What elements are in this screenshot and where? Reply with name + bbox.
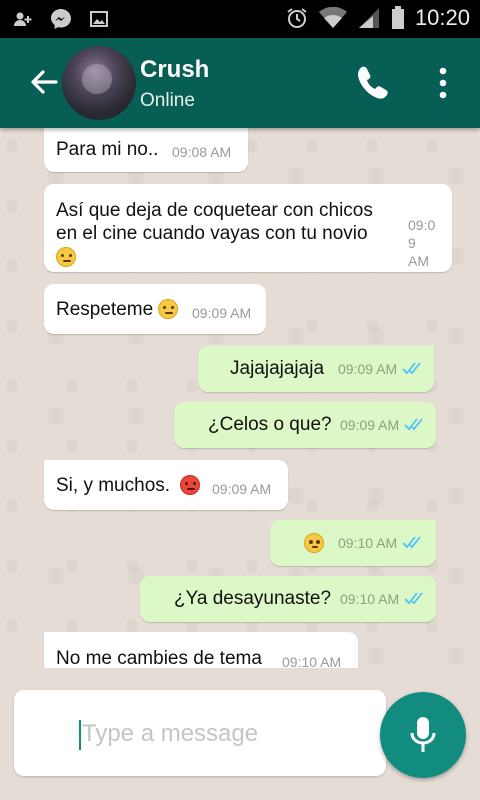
read-receipt-icon xyxy=(404,592,423,605)
outgoing-message[interactable]: ¿Ya desayunaste? 09:10 AM xyxy=(140,576,436,622)
pensive-face-emoji xyxy=(158,299,178,319)
message-text: ¿Ya desayunaste? xyxy=(174,588,332,609)
outgoing-message[interactable]: 09:10 AM xyxy=(270,520,436,566)
message-time: 09:09 AM xyxy=(338,361,398,377)
message-text: Jajajajajaja xyxy=(230,358,325,379)
contact-avatar[interactable] xyxy=(62,46,136,120)
back-arrow-icon[interactable] xyxy=(26,65,60,99)
message-text-line2: en el cine cuando vayas con tu novio xyxy=(56,223,368,244)
incoming-message[interactable]: Respeteme 09:09 AM xyxy=(44,284,266,334)
message-time: 09:10 AM xyxy=(282,654,342,668)
message-time-line2: 9 xyxy=(408,235,416,251)
message-text: ¿Celos o que? xyxy=(208,414,332,435)
message-text: Para mi no.. xyxy=(56,139,159,160)
voice-record-button[interactable] xyxy=(380,692,466,778)
messenger-icon xyxy=(51,9,71,29)
alarm-icon xyxy=(287,8,307,28)
message-time: 09:09 AM xyxy=(340,417,400,433)
message-input[interactable] xyxy=(82,714,362,754)
flushed-face-emoji xyxy=(304,533,324,553)
message-text: Así que deja de coquetear con chicos xyxy=(56,200,373,221)
chat-header: Crush Online xyxy=(0,38,480,128)
text-cursor xyxy=(79,720,81,750)
microphone-icon xyxy=(410,717,436,752)
message-time: 09:08 AM xyxy=(172,144,232,160)
status-time: 10:20 xyxy=(414,5,470,30)
message-time: 09:10 AM xyxy=(338,535,398,551)
message-time: 09:10 AM xyxy=(340,591,400,607)
gallery-icon xyxy=(90,11,108,27)
wifi-icon xyxy=(318,7,347,28)
read-receipt-icon xyxy=(402,362,421,375)
read-receipt-icon xyxy=(404,418,423,431)
incoming-message[interactable]: Para mi no.. 09:08 AM xyxy=(44,128,248,172)
outgoing-message[interactable]: ¿Celos o que? 09:09 AM xyxy=(174,402,436,448)
incoming-message[interactable]: Así que deja de coquetear con chicos en … xyxy=(44,184,452,272)
message-composer xyxy=(14,690,386,776)
signal-icon xyxy=(358,8,379,28)
more-options-icon[interactable] xyxy=(436,66,450,100)
incoming-message[interactable]: No me cambies de tema 09:10 AM xyxy=(44,632,358,668)
message-text: Respeteme xyxy=(56,299,154,320)
read-receipt-icon xyxy=(402,536,421,549)
message-time-line3: AM xyxy=(408,253,429,269)
contact-status: Online xyxy=(140,90,195,111)
battery-icon xyxy=(391,6,404,29)
message-list[interactable]: Para mi no.. 09:08 AM Así que deja de co… xyxy=(0,128,480,668)
incoming-message[interactable]: Si, y muchos. 09:09 AM xyxy=(44,460,288,510)
message-time: 09:09 AM xyxy=(212,481,272,497)
contact-name[interactable]: Crush xyxy=(140,56,209,84)
unamused-face-emoji xyxy=(56,247,76,267)
message-time-line1: 09:0 xyxy=(408,217,436,233)
message-time: 09:09 AM xyxy=(192,305,252,321)
message-text: Si, y muchos. xyxy=(56,475,171,496)
status-bar: 10:20 xyxy=(0,0,480,38)
phone-call-icon[interactable] xyxy=(356,64,388,100)
contact-add-icon xyxy=(14,12,32,26)
message-text: No me cambies de tema xyxy=(56,648,262,668)
outgoing-message[interactable]: Jajajajajaja 09:09 AM xyxy=(198,346,434,392)
angry-face-emoji xyxy=(180,475,200,495)
